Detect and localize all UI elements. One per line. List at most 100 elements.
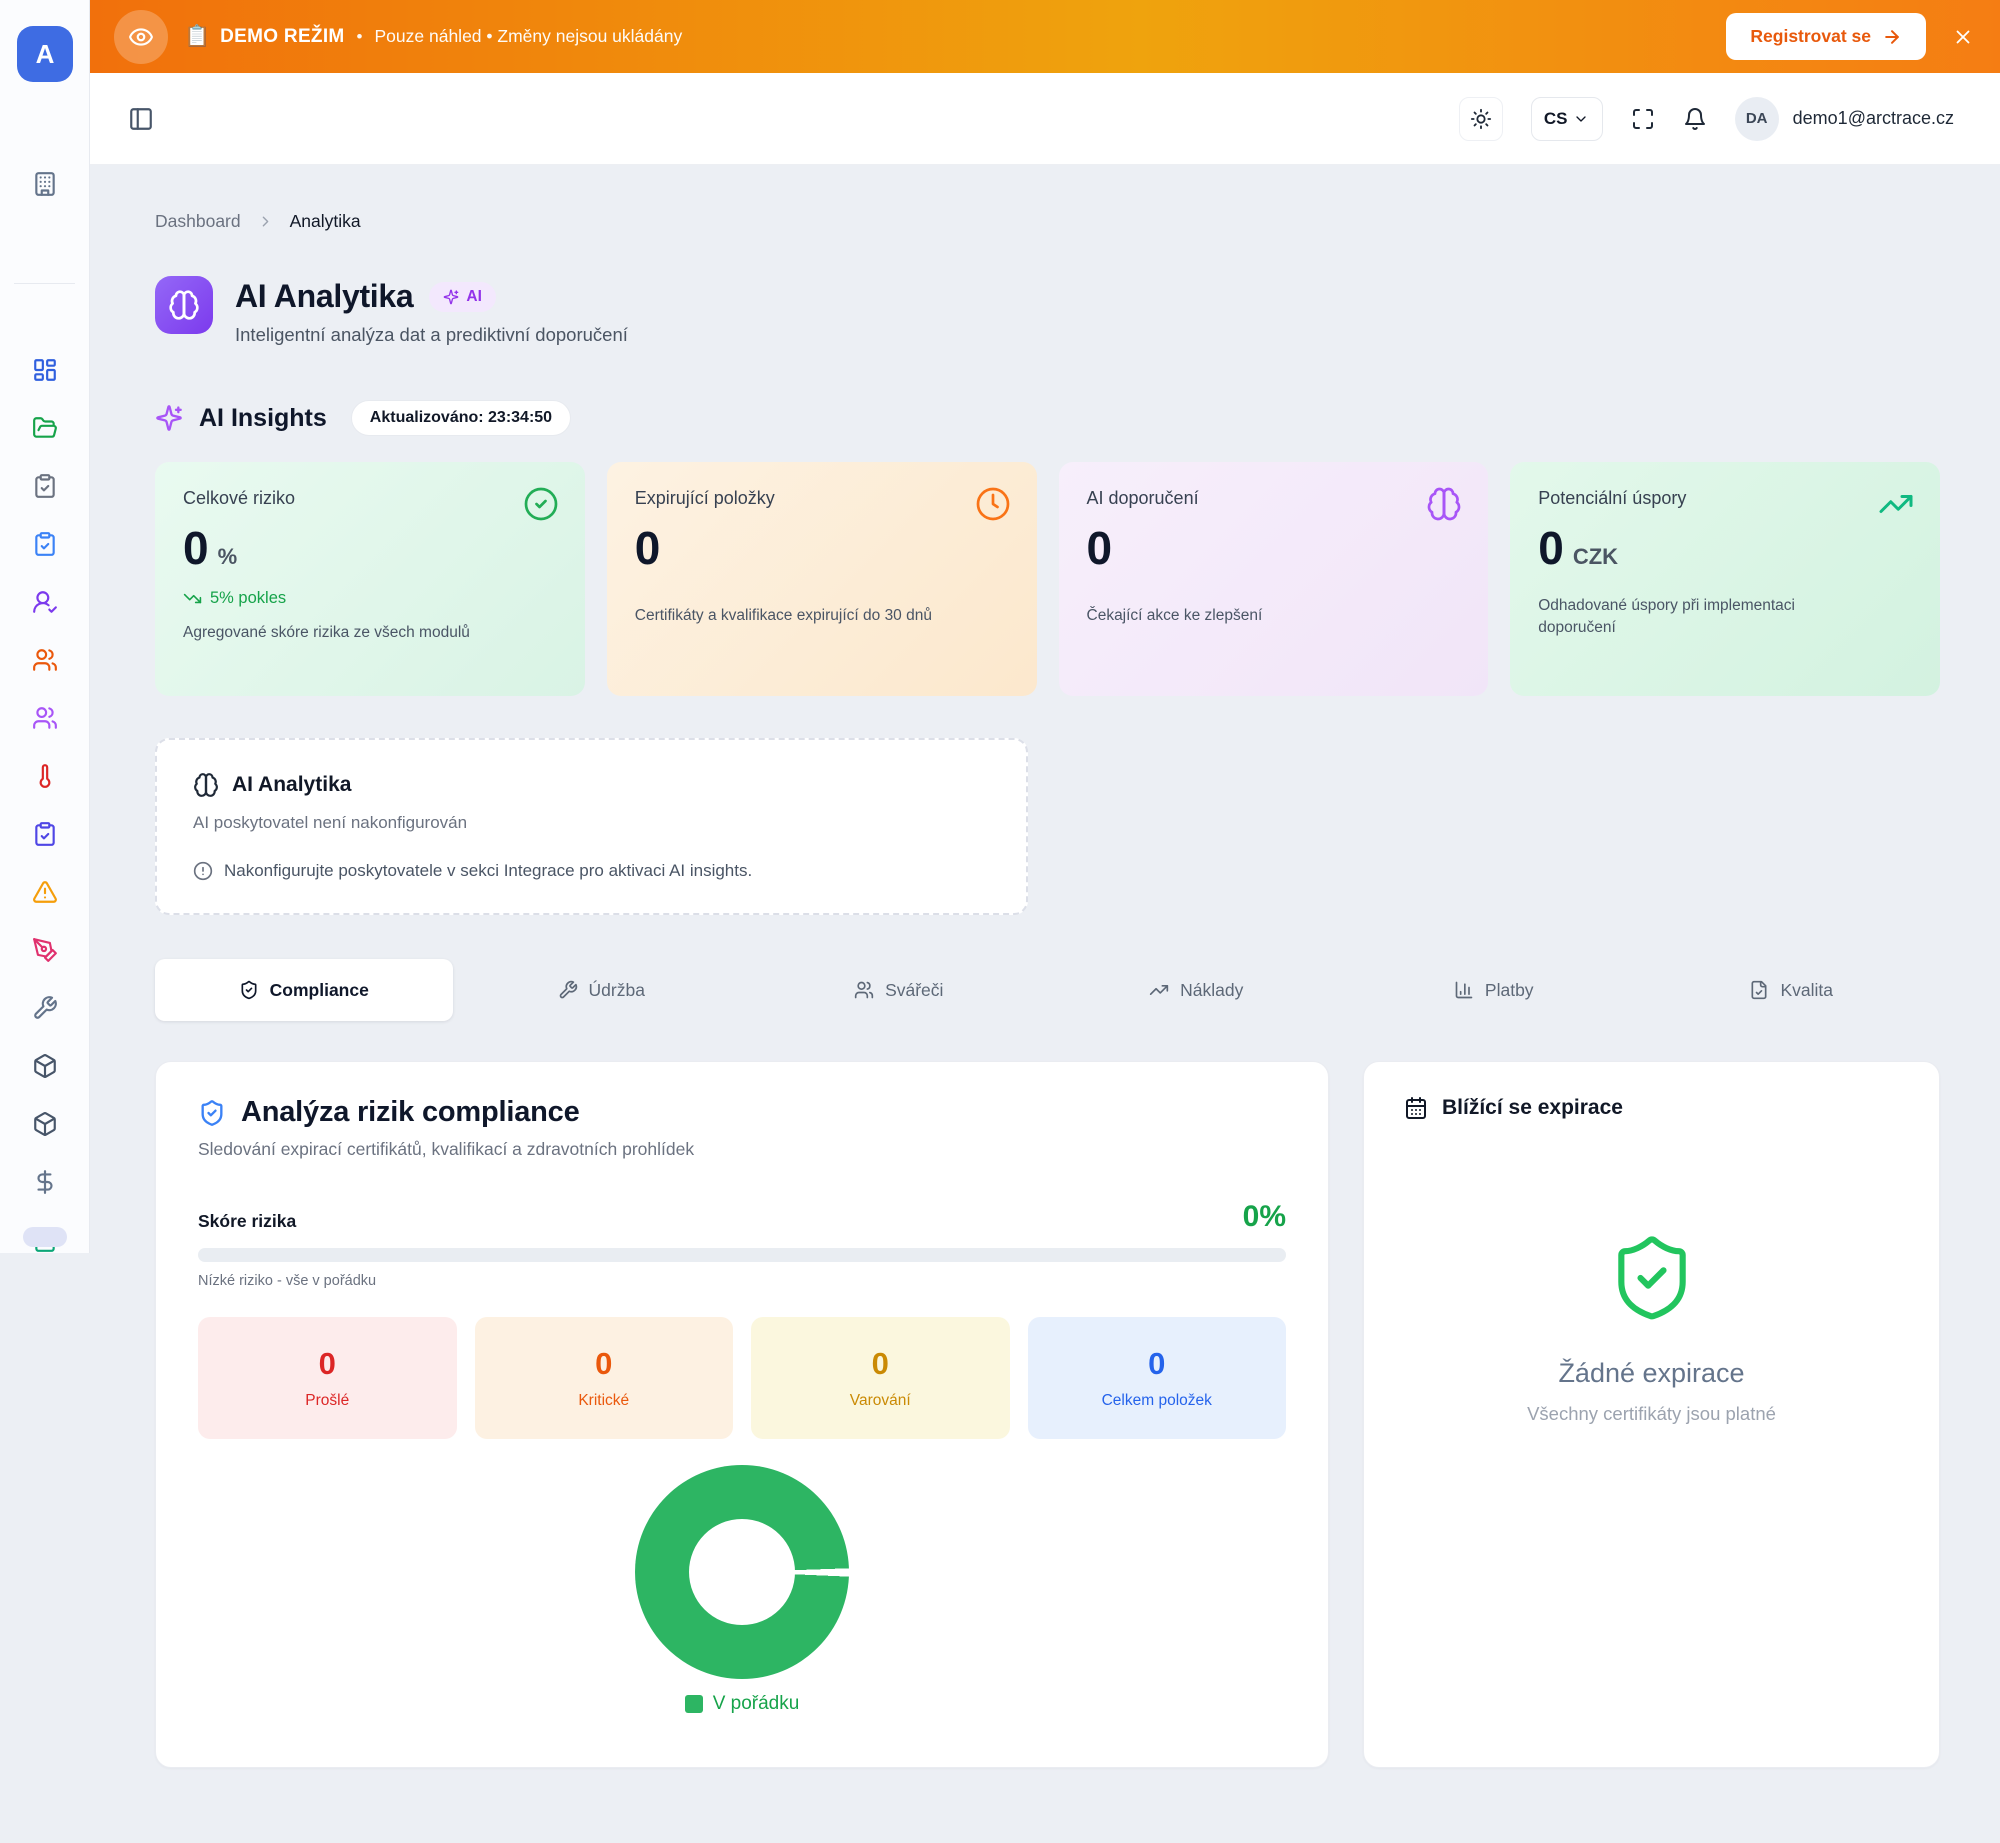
- ai-badge: AI: [429, 282, 496, 312]
- page-header: AI Analytika AI Inteligentní analýza dat…: [155, 276, 1940, 346]
- user-menu[interactable]: DA demo1@arctrace.cz: [1735, 97, 1954, 141]
- tab-label: Kvalita: [1780, 980, 1833, 1001]
- provider-card-title: AI Analytika: [232, 773, 351, 797]
- analytics-tabs: Compliance Údržba Svářeči Náklady Platby…: [155, 959, 1940, 1021]
- tab-maintenance[interactable]: Údržba: [453, 959, 751, 1021]
- sidebar-item-building[interactable]: [0, 171, 89, 197]
- sidebar-item-clipboard-1[interactable]: [32, 473, 58, 499]
- risk-stat-label: Kritické: [578, 1392, 629, 1410]
- sidebar-item-box-2[interactable]: [32, 1111, 58, 1137]
- sidebar-toggle-button[interactable]: [128, 106, 154, 132]
- notifications-button[interactable]: [1683, 107, 1707, 131]
- sidebar-item-clipboard-2[interactable]: [32, 531, 58, 557]
- sidebar-item-users-2[interactable]: [32, 705, 58, 731]
- user-email: demo1@arctrace.cz: [1793, 108, 1954, 129]
- shield-check-icon: [1606, 1232, 1698, 1324]
- insight-cards: Celkové riziko 0 % 5% pokles Agregované …: [155, 462, 1940, 696]
- sidebar-item-dashboard[interactable]: [32, 357, 58, 383]
- file-check-icon: [1749, 980, 1769, 1000]
- stat-card-savings: Potenciální úspory 0 CZK Odhadované úspo…: [1510, 462, 1940, 696]
- app-logo[interactable]: A: [17, 26, 73, 82]
- stat-value: 0: [1087, 525, 1113, 571]
- clock-icon: [975, 486, 1011, 522]
- stat-label: Expirující položky: [635, 488, 1009, 509]
- stat-value: 0: [1538, 525, 1564, 571]
- insights-title: AI Insights: [199, 404, 327, 433]
- sidebar-item-pen-tool[interactable]: [32, 937, 58, 963]
- stat-trend-label: 5% pokles: [210, 589, 286, 608]
- fullscreen-button[interactable]: [1631, 107, 1655, 131]
- wrench-icon: [558, 980, 578, 1000]
- check-circle-icon: [523, 486, 559, 522]
- banner-separator: •: [357, 27, 363, 47]
- stat-description: Agregované skóre rizika ze všech modulů: [183, 622, 493, 644]
- stat-unit: CZK: [1573, 544, 1618, 570]
- tab-costs[interactable]: Náklady: [1048, 959, 1346, 1021]
- thermometer-icon: [32, 763, 58, 789]
- sidebar-item-folder[interactable]: [32, 415, 58, 441]
- page-icon-tile: [155, 276, 213, 334]
- demo-mode-title: DEMO REŽIM: [220, 26, 344, 48]
- wrench-icon: [32, 995, 58, 1021]
- layout-dashboard-icon: [32, 357, 58, 383]
- legend-swatch: [685, 1695, 703, 1713]
- tab-welders[interactable]: Svářeči: [750, 959, 1048, 1021]
- pen-tool-icon: [32, 937, 58, 963]
- language-select[interactable]: CS: [1531, 97, 1603, 141]
- sidebar-item-clipboard-3[interactable]: [32, 821, 58, 847]
- risk-stat-warning: 0 Varování: [751, 1317, 1010, 1439]
- sidebar-item-users-1[interactable]: [32, 647, 58, 673]
- tab-label: Svářeči: [885, 980, 943, 1001]
- sparkles-icon: [443, 289, 459, 305]
- sidebar-scroll-pill: [23, 1227, 67, 1247]
- sidebar-item-thermometer[interactable]: [32, 763, 58, 789]
- sidebar-item-user-check[interactable]: [32, 589, 58, 615]
- sparkles-icon: [155, 404, 183, 432]
- provider-status: AI poskytovatel není nakonfigurován: [193, 813, 990, 833]
- risk-stat-total: 0 Celkem položek: [1028, 1317, 1287, 1439]
- updated-badge: Aktualizováno: 23:34:50: [351, 400, 571, 436]
- clipboard-emoji: 📋: [184, 25, 210, 49]
- sidebar: A: [0, 0, 90, 1253]
- close-icon: [1952, 26, 1974, 48]
- expirations-empty-state: Žádné expirace Všechny certifikáty jsou …: [1404, 1232, 1899, 1425]
- tab-label: Compliance: [270, 980, 369, 1001]
- sidebar-item-box-1[interactable]: [32, 1053, 58, 1079]
- risk-stat-value: 0: [872, 1346, 889, 1382]
- folder-open-icon: [32, 415, 58, 441]
- sidebar-item-wrench[interactable]: [32, 995, 58, 1021]
- risk-progress-bar: [198, 1248, 1286, 1262]
- bar-chart-icon: [1454, 980, 1474, 1000]
- box-icon: [32, 1111, 58, 1137]
- page-subtitle: Inteligentní analýza dat a prediktivní d…: [235, 324, 628, 346]
- tab-quality[interactable]: Kvalita: [1643, 959, 1941, 1021]
- user-check-icon: [32, 589, 58, 615]
- language-value: CS: [1544, 109, 1568, 129]
- empty-state-title: Žádné expirace: [1558, 1358, 1744, 1389]
- theme-toggle-button[interactable]: [1459, 97, 1503, 141]
- sidebar-divider: [14, 283, 75, 284]
- calendar-icon: [1404, 1096, 1428, 1120]
- shield-check-icon: [239, 980, 259, 1000]
- banner-close-button[interactable]: [1952, 26, 1974, 48]
- topbar: CS DA demo1@arctrace.cz: [90, 73, 2000, 165]
- risk-stat-value: 0: [1148, 1346, 1165, 1382]
- main-content: Dashboard Analytika AI Analytika AI Inte…: [155, 165, 1940, 1768]
- empty-state-subtitle: Všechny certifikáty jsou platné: [1527, 1403, 1776, 1425]
- tab-label: Platby: [1485, 980, 1534, 1001]
- compliance-subtitle: Sledování expirací certifikátů, kvalifik…: [198, 1139, 1286, 1160]
- register-button[interactable]: Registrovat se: [1726, 13, 1926, 60]
- building-icon: [32, 171, 58, 197]
- risk-stat-value: 0: [595, 1346, 612, 1382]
- stat-card-risk: Celkové riziko 0 % 5% pokles Agregované …: [155, 462, 585, 696]
- breadcrumb-dashboard[interactable]: Dashboard: [155, 211, 241, 232]
- tab-label: Náklady: [1180, 980, 1243, 1001]
- tab-payments[interactable]: Platby: [1345, 959, 1643, 1021]
- demo-banner: 📋 DEMO REŽIM • Pouze náhled • Změny nejs…: [90, 0, 2000, 73]
- sidebar-item-dollar[interactable]: [32, 1169, 58, 1195]
- stat-description: Čekající akce ke zlepšení: [1087, 605, 1397, 627]
- users-icon: [32, 647, 58, 673]
- sidebar-item-alert[interactable]: [32, 879, 58, 905]
- tab-compliance[interactable]: Compliance: [155, 959, 453, 1021]
- insights-header: AI Insights Aktualizováno: 23:34:50: [155, 400, 1940, 436]
